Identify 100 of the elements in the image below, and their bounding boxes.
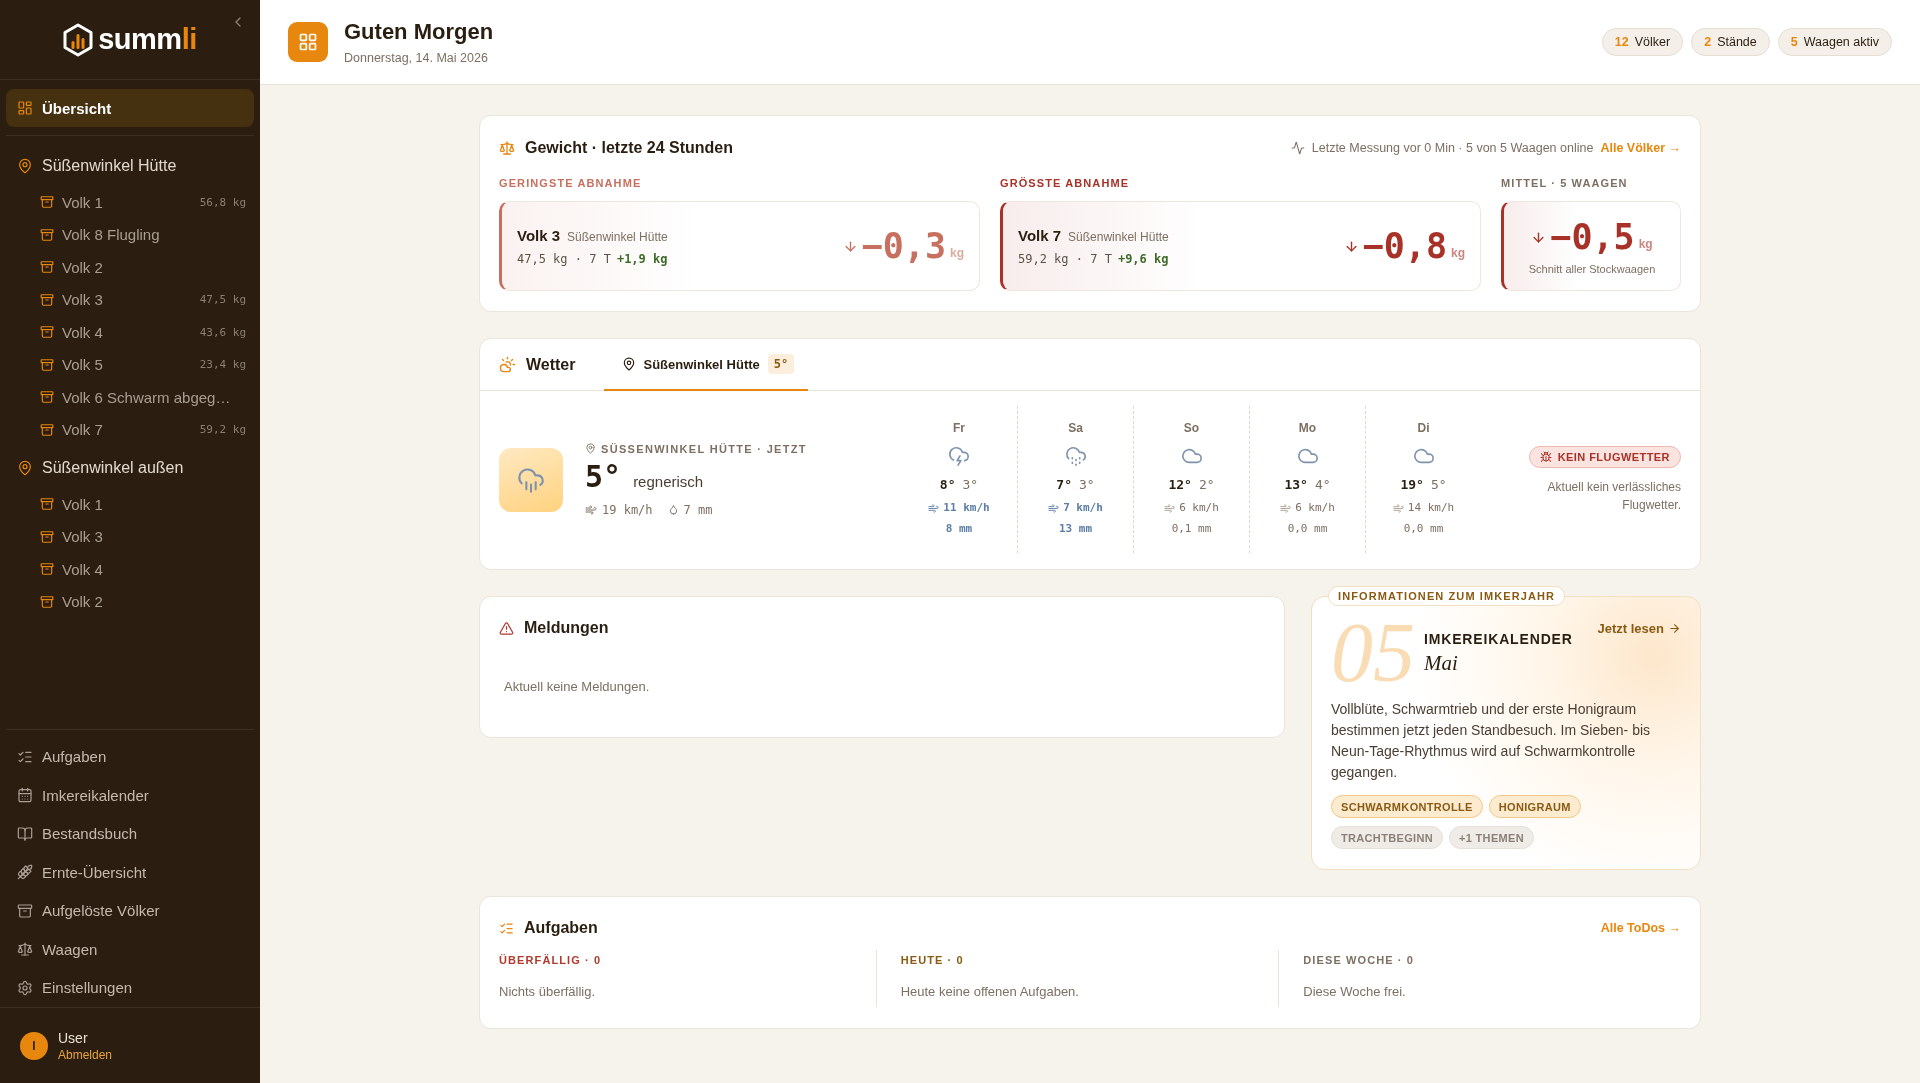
low-temperature: 3° — [962, 476, 979, 494]
logo-icon — [63, 22, 94, 57]
sun-cloud-icon — [499, 356, 516, 373]
calendar-icon — [17, 787, 33, 804]
topic-tag[interactable]: TRACHTBEGINN — [1331, 826, 1443, 849]
archive-box-icon — [40, 195, 54, 210]
archive-box-icon — [40, 529, 54, 544]
empty-message: Aktuell keine Meldungen. — [503, 679, 651, 694]
nav-item[interactable]: Imkereikalender — [6, 776, 254, 815]
map-pin-icon — [17, 158, 33, 174]
stat-heading: GERINGSTE ABNAHME — [499, 176, 643, 190]
nav-item[interactable]: Bestandsbuch — [6, 814, 254, 853]
topic-tag[interactable]: SCHWARMKONTROLLE — [1331, 795, 1483, 818]
colony-item[interactable]: Volk 1 56,8 kg — [6, 186, 254, 219]
colony-item[interactable]: Volk 7 59,2 kg — [6, 413, 254, 446]
user-avatar: I — [20, 1031, 48, 1060]
wind-icon — [1280, 502, 1292, 514]
colony-item[interactable]: Volk 2 — [6, 251, 254, 284]
location-label: SÜSSENWINKEL HÜTTE · JETZT — [601, 442, 807, 455]
low-temperature: 5° — [1430, 476, 1447, 494]
checklist-icon — [499, 920, 514, 936]
colony-item[interactable]: Volk 4 — [6, 553, 254, 586]
scale-icon — [499, 140, 515, 156]
archive-box-icon — [40, 594, 54, 609]
droplet-icon — [667, 504, 679, 515]
logo-wordmark: summli — [98, 25, 197, 54]
read-more-link[interactable]: Jetzt lesen — [1597, 621, 1681, 636]
nav-item[interactable]: Übersicht — [6, 89, 254, 127]
calendar-text: Vollblüte, Schwarmtrieb und der erste Honigraum bestimmen jetzt jeden Standbesuch. Im Sieben- bis Neun-Tage-Rhythmus wird auf Schwarmkontrolle gegangen. — [1331, 700, 1652, 782]
dashboard-icon — [17, 100, 33, 116]
rain-cloud-icon — [499, 447, 563, 512]
calendar-title: IMKEREIKALENDER — [1424, 631, 1573, 647]
nav-item[interactable]: Ernte-Übersicht — [6, 853, 254, 892]
archive-box-icon — [40, 260, 54, 275]
change-value: −0,5 — [1550, 217, 1635, 257]
section-tag: INFORMATIONEN ZUM IMKERJAHR — [1328, 586, 1566, 606]
wind-text: 11 km/h — [943, 500, 990, 516]
page-title: Guten Morgen — [344, 19, 494, 45]
archive-box-icon — [40, 497, 54, 512]
logout-link[interactable]: Abmelden — [58, 1047, 113, 1062]
colony-item[interactable]: Volk 3 — [6, 520, 254, 553]
wind-text: 6 km/h — [1295, 500, 1335, 516]
location-text: Süßenwinkel Hütte — [1068, 229, 1169, 244]
stat-label: Stände — [1717, 35, 1757, 49]
archive-box-icon — [40, 325, 54, 340]
empty-message: Nichts überfällig. — [499, 984, 597, 1000]
colony-item[interactable]: Volk 1 — [6, 488, 254, 521]
caption-text: Schnitt aller Stockwaagen — [1528, 263, 1656, 275]
rain-text: 0,0 mm — [1287, 521, 1328, 537]
task-column-heading: DIESE WOCHE · 0 — [1303, 953, 1415, 967]
topic-tag[interactable]: HONIGRAUM — [1488, 795, 1581, 818]
task-column-heading: HEUTE · 0 — [900, 953, 965, 967]
stat-heading: GRÖSSTE ABNAHME — [1000, 176, 1131, 190]
colony-item[interactable]: Volk 2 — [6, 585, 254, 618]
weight-reading: 23,4 kg — [199, 358, 246, 372]
task-column-heading: ÜBERFÄLLIG · 0 — [499, 953, 603, 967]
weight-reading: 59,2 kg — [199, 423, 246, 437]
high-temperature: 12° — [1168, 476, 1192, 494]
wind-text: 6 km/h — [1179, 500, 1219, 516]
high-temperature: 13° — [1284, 476, 1308, 494]
location-text: Süßenwinkel Hütte — [567, 229, 668, 244]
card-title: Aufgaben — [524, 919, 598, 937]
weight-detail: 59,2 kg · 7 T — [1018, 251, 1112, 266]
arrow-down-icon — [1343, 238, 1359, 254]
colony-item[interactable]: Volk 5 23,4 kg — [6, 348, 254, 381]
archive-box-icon — [40, 227, 54, 242]
empty-message: Diese Woche frei. — [1303, 984, 1407, 1000]
change-value: −0,3 — [861, 226, 946, 266]
arrow-right-icon — [1668, 622, 1681, 635]
day-label: So — [1183, 420, 1200, 436]
nav-item[interactable]: Aufgelöste Völker — [6, 891, 254, 930]
arrow-down-icon — [842, 238, 858, 254]
month-number: 05 — [1331, 617, 1415, 689]
nav-item[interactable]: Einstellungen — [6, 968, 254, 1007]
archive-box-icon — [40, 357, 54, 372]
nav-item[interactable]: Aufgaben — [6, 737, 254, 776]
colony-item[interactable]: Volk 3 47,5 kg — [6, 283, 254, 316]
wind-text: 7 km/h — [1063, 500, 1103, 516]
colony-item[interactable]: Volk 8 Flugling — [6, 218, 254, 251]
wind-icon — [928, 502, 940, 514]
rain-text: 7 mm — [683, 502, 713, 517]
trend-value: +1,9 kg — [616, 251, 668, 266]
archive-box-icon — [17, 902, 33, 919]
topic-tag[interactable]: +1 THEMEN — [1448, 826, 1534, 849]
unit-text: kg — [1451, 246, 1465, 260]
status-text: Letzte Messung vor 0 Min · 5 von 5 Waagen online — [1311, 141, 1594, 155]
colony-item[interactable]: Volk 4 43,6 kg — [6, 316, 254, 349]
apiary-item[interactable]: Süßenwinkel Hütte — [6, 150, 254, 182]
condition-text: regnerisch — [633, 472, 704, 490]
rain-cloud-icon — [1064, 445, 1087, 467]
map-pin-icon — [585, 443, 596, 454]
trend-value: +9,6 kg — [1117, 251, 1169, 266]
location-tab[interactable]: Süßenwinkel Hütte 5° — [603, 339, 809, 391]
high-temperature: 19° — [1400, 476, 1424, 494]
map-pin-icon — [17, 460, 33, 476]
colony-item[interactable]: Volk 6 Schwarm abgeg… — [6, 381, 254, 414]
settings-icon — [17, 979, 33, 996]
apiary-item[interactable]: Süßenwinkel außen — [6, 452, 254, 484]
day-label: Di — [1417, 420, 1430, 436]
nav-item[interactable]: Waagen — [6, 930, 254, 969]
